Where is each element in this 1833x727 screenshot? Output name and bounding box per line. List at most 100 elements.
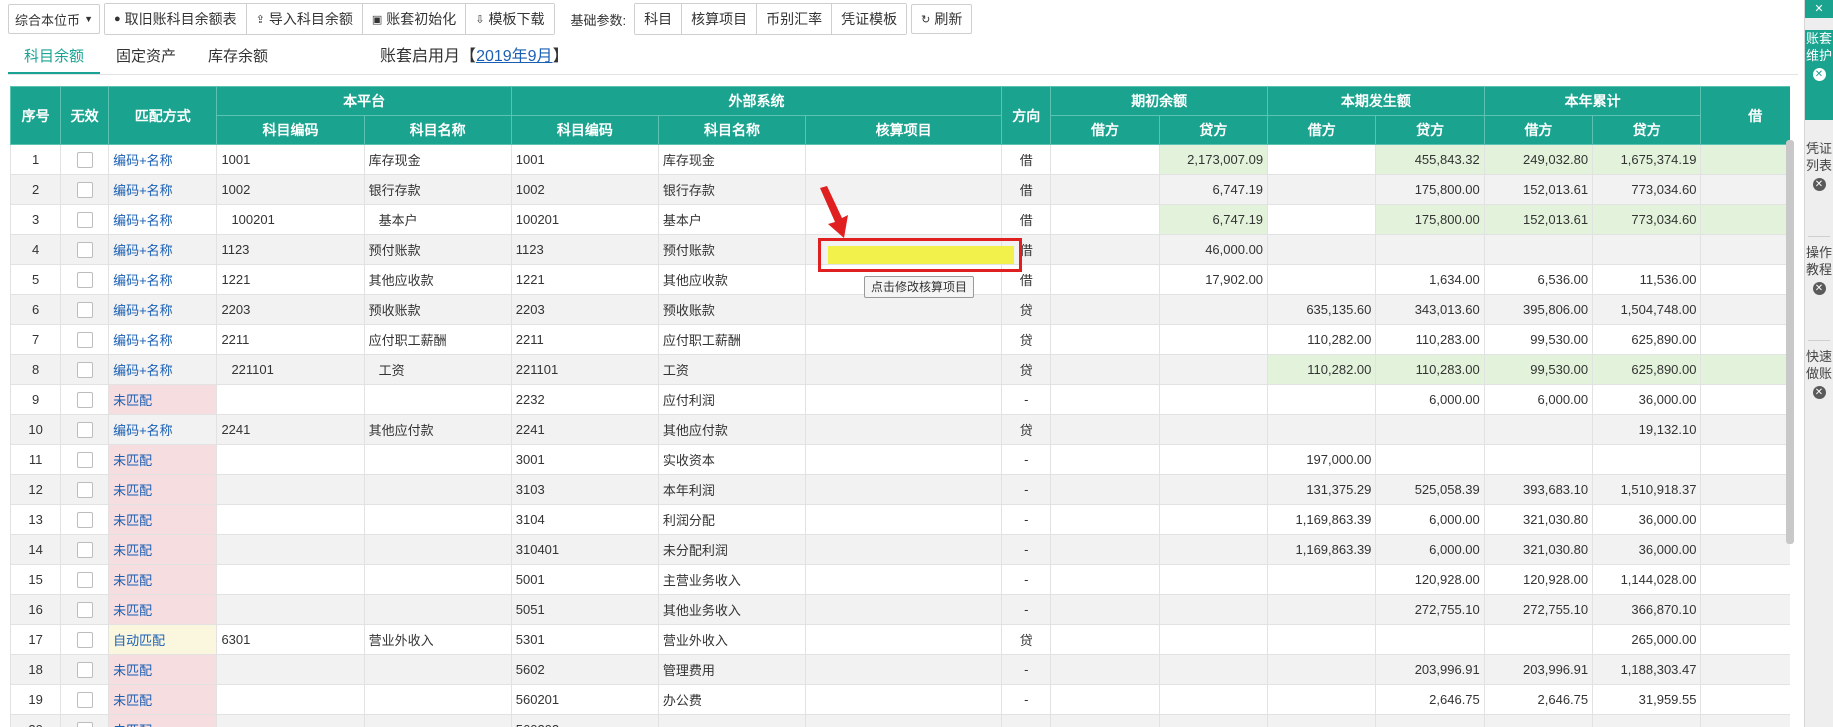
aux-cell[interactable] <box>805 594 1003 625</box>
invalid-checkbox[interactable] <box>76 481 93 498</box>
invalid-checkbox[interactable] <box>76 211 93 228</box>
close-icon[interactable]: ✕ <box>1812 68 1826 81</box>
match-cell[interactable]: 未匹配 <box>108 594 218 625</box>
match-cell[interactable]: 未匹配 <box>108 684 218 715</box>
match-cell[interactable]: 未匹配 <box>108 474 218 505</box>
table-row[interactable]: 1 编码+名称 1001 库存现金 1001 库存现金借 2,173,007.09 455,8… <box>10 144 1790 175</box>
sidebar-item-tutorial[interactable]: 操作教程 ✕ <box>1805 244 1833 334</box>
import-balance-button[interactable]: ⇪ 导入科目余额 <box>246 4 363 34</box>
currency-select[interactable]: 综合本位币 ▼ <box>8 4 100 34</box>
table-row[interactable]: 3 编码+名称 100201 基本户 100201 基本户借 6,747.19 175,800… <box>10 204 1790 235</box>
init-book-button[interactable]: ▣ 账套初始化 <box>362 4 467 34</box>
param-currency-button[interactable]: 币别汇率 <box>757 4 833 34</box>
table-row[interactable]: 6 编码+名称 2203 预收账款 2203 预收账款贷 635,135.60 343,013… <box>10 294 1790 325</box>
invalid-checkbox[interactable] <box>76 331 93 348</box>
tab-fixed-assets[interactable]: 固定资产 <box>100 45 192 74</box>
invalid-checkbox[interactable] <box>76 241 93 258</box>
invalid-checkbox[interactable] <box>76 151 93 168</box>
sidebar-item-voucher-list[interactable]: 凭证列表 ✕ <box>1805 140 1833 230</box>
aux-cell[interactable] <box>805 294 1003 325</box>
match-cell[interactable]: 未匹配 <box>108 654 218 685</box>
match-cell[interactable]: 未匹配 <box>108 504 218 535</box>
table-row[interactable]: 11 未匹配 3001 实收资本 - 197,000.00 <box>10 444 1790 475</box>
aux-cell[interactable] <box>805 354 1003 385</box>
sidebar-item-book-maintenance[interactable]: 账套维护 ✕ <box>1805 30 1833 120</box>
match-cell[interactable]: 编码+名称 <box>108 294 218 325</box>
table-row[interactable]: 9 未匹配 2232 应付利润 -6,000.00 6,000.00 36,000.00 <box>10 384 1790 415</box>
aux-item-callout-box[interactable] <box>818 238 1022 272</box>
invalid-checkbox[interactable] <box>76 541 93 558</box>
tab-inventory-balance[interactable]: 库存余额 <box>192 45 284 74</box>
aux-cell[interactable] <box>805 144 1003 175</box>
table-row[interactable]: 8 编码+名称 221101 工资 221101 工资贷 110,282.00 110,283… <box>10 354 1790 385</box>
match-cell[interactable]: 编码+名称 <box>108 174 218 205</box>
invalid-checkbox[interactable] <box>76 181 93 198</box>
match-cell[interactable]: 编码+名称 <box>108 204 218 235</box>
aux-cell[interactable] <box>805 564 1003 595</box>
invalid-checkbox[interactable] <box>76 631 93 648</box>
param-subject-button[interactable]: 科目 <box>635 4 683 34</box>
table-row[interactable]: 18 未匹配 5602 管理费用 -203,996.91 203,996.91 1,188,… <box>10 654 1790 685</box>
table-row[interactable]: 19 未匹配 560201 办公费 -2,646.75 2,646.75 31,959.55 <box>10 684 1790 715</box>
close-icon[interactable]: ✕ <box>1812 386 1826 399</box>
match-cell[interactable]: 未匹配 <box>108 534 218 565</box>
invalid-checkbox[interactable] <box>76 661 93 678</box>
fetch-old-balance-button[interactable]: ● 取旧账科目余额表 <box>105 4 247 34</box>
match-cell[interactable]: 未匹配 <box>108 714 218 727</box>
aux-cell[interactable] <box>805 444 1003 475</box>
invalid-checkbox[interactable] <box>76 601 93 618</box>
invalid-checkbox[interactable] <box>76 451 93 468</box>
period-debit-cell: 1,169,863.39 <box>1267 534 1377 565</box>
close-icon[interactable]: ✕ <box>1812 282 1826 295</box>
table-row[interactable]: 20 未匹配 560202 - <box>10 714 1790 727</box>
invalid-checkbox[interactable] <box>76 271 93 288</box>
param-voucher-template-button[interactable]: 凭证模板 <box>832 4 907 34</box>
table-row[interactable]: 7 编码+名称 2211 应付职工薪酬 2211 应付职工薪酬贷 110,282.00 110… <box>10 324 1790 355</box>
table-row[interactable]: 14 未匹配 310401 未分配利润 - 1,169,863.39 6,000.00 321… <box>10 534 1790 565</box>
aux-cell[interactable] <box>805 684 1003 715</box>
match-cell[interactable]: 未匹配 <box>108 564 218 595</box>
refresh-button[interactable]: ↻ 刷新 <box>911 4 973 34</box>
template-download-button[interactable]: ⇩ 模板下载 <box>466 4 554 34</box>
aux-cell[interactable] <box>805 534 1003 565</box>
close-icon[interactable]: ✕ <box>1812 178 1826 191</box>
aux-cell[interactable] <box>805 714 1003 727</box>
match-cell[interactable]: 编码+名称 <box>108 264 218 295</box>
aux-cell[interactable] <box>805 324 1003 355</box>
table-row[interactable]: 15 未匹配 5001 主营业务收入 -120,928.00 120,928.00 1,14… <box>10 564 1790 595</box>
vertical-scrollbar[interactable] <box>1786 140 1794 544</box>
aux-cell[interactable] <box>805 654 1003 685</box>
enable-month-link[interactable]: 2019年9月 <box>476 48 553 65</box>
aux-cell[interactable] <box>805 624 1003 655</box>
match-cell[interactable]: 编码+名称 <box>108 414 218 445</box>
sidebar-collapse-icon[interactable]: ✕ <box>1805 0 1833 18</box>
invalid-checkbox[interactable] <box>76 721 93 727</box>
table-row[interactable]: 2 编码+名称 1002 银行存款 1002 银行存款借 6,747.19 175,800.0… <box>10 174 1790 205</box>
param-aux-button[interactable]: 核算项目 <box>682 4 758 34</box>
match-cell[interactable]: 未匹配 <box>108 384 218 415</box>
aux-cell[interactable] <box>805 414 1003 445</box>
match-cell[interactable]: 未匹配 <box>108 444 218 475</box>
table-row[interactable]: 17 自动匹配 6301 营业外收入 5301 营业外收入贷 265,000.00 <box>10 624 1790 655</box>
table-row[interactable]: 16 未匹配 5051 其他业务收入 -272,755.10 272,755.10 366,… <box>10 594 1790 625</box>
invalid-checkbox[interactable] <box>76 301 93 318</box>
aux-cell[interactable] <box>805 384 1003 415</box>
match-cell[interactable]: 编码+名称 <box>108 354 218 385</box>
match-cell[interactable]: 自动匹配 <box>108 624 218 655</box>
aux-cell[interactable] <box>805 474 1003 505</box>
table-row[interactable]: 10 编码+名称 2241 其他应付款 2241 其他应付款贷 19,132.10 <box>10 414 1790 445</box>
match-cell[interactable]: 编码+名称 <box>108 324 218 355</box>
match-cell[interactable]: 编码+名称 <box>108 144 218 175</box>
invalid-checkbox[interactable] <box>76 361 93 378</box>
invalid-checkbox[interactable] <box>76 511 93 528</box>
match-cell[interactable]: 编码+名称 <box>108 234 218 265</box>
invalid-checkbox[interactable] <box>76 421 93 438</box>
table-row[interactable]: 12 未匹配 3103 本年利润 - 131,375.29 525,058.39 393,68… <box>10 474 1790 505</box>
invalid-checkbox[interactable] <box>76 571 93 588</box>
aux-cell[interactable] <box>805 504 1003 535</box>
tab-subject-balance[interactable]: 科目余额 <box>8 45 101 74</box>
invalid-checkbox[interactable] <box>76 691 93 708</box>
table-row[interactable]: 13 未匹配 3104 利润分配 - 1,169,863.39 6,000.00 321,03… <box>10 504 1790 535</box>
invalid-checkbox[interactable] <box>76 391 93 408</box>
sidebar-item-quick-bookkeeping[interactable]: 快速做账 ✕ <box>1805 348 1833 438</box>
